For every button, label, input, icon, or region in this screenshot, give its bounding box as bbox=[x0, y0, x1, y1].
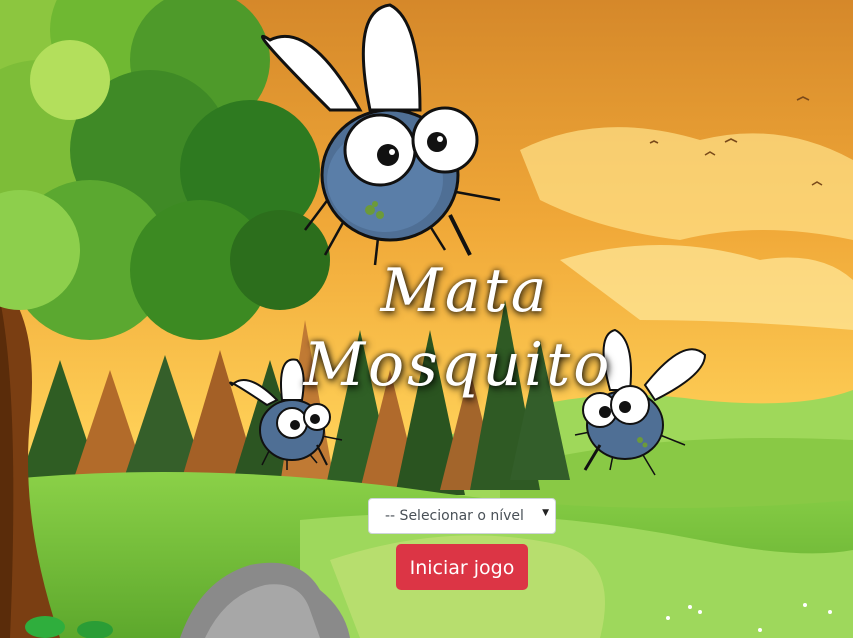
level-select-value: -- Selecionar o nível bbox=[385, 508, 524, 524]
level-select[interactable]: -- Selecionar o nível ▼ bbox=[368, 498, 556, 534]
chevron-down-icon: ▼ bbox=[542, 508, 549, 518]
start-game-button[interactable]: Iniciar jogo bbox=[396, 544, 528, 590]
game-scene: Mata Mosquito -- Selecionar o nível ▼ In… bbox=[0, 0, 853, 638]
game-title-line2: Mosquito bbox=[303, 330, 613, 400]
game-title-line1: Mata bbox=[380, 256, 550, 326]
mosquito-large[interactable] bbox=[230, 0, 530, 275]
